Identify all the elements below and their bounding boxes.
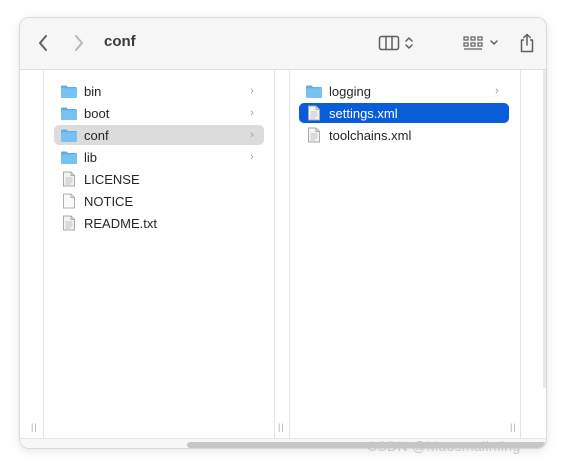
back-button[interactable] <box>32 31 54 55</box>
list-item[interactable]: conf › <box>54 125 264 145</box>
list-item[interactable]: toolchains.xml <box>299 125 509 145</box>
list-item-label: README.txt <box>84 215 157 231</box>
chevron-up-down-icon <box>405 37 413 49</box>
group-button[interactable] <box>460 31 500 55</box>
list-item-label: toolchains.xml <box>329 127 412 143</box>
column-resize-handle[interactable]: || <box>510 422 517 432</box>
view-mode-button[interactable] <box>374 31 418 55</box>
list-item[interactable]: LICENSE <box>54 169 264 189</box>
list-item-label: bin <box>84 83 102 99</box>
chevron-left-icon <box>39 35 47 51</box>
toolbar: conf <box>20 18 546 70</box>
chevron-right-icon: › <box>250 151 254 163</box>
list-item[interactable]: boot › <box>54 103 264 123</box>
list-item-label: LICENSE <box>84 171 140 187</box>
preview-edge <box>543 70 546 388</box>
list-item-label: settings.xml <box>329 105 398 121</box>
text-file-icon <box>305 127 323 143</box>
blank-file-icon <box>60 193 78 209</box>
column-parent: bin › boot › conf › lib › LICENSE NOTICE… <box>44 70 275 438</box>
column-browser: || bin › boot › conf › lib › LICENSE NOT… <box>20 70 546 438</box>
column-resize-handle[interactable]: || <box>31 422 38 432</box>
text-file-icon <box>60 171 78 187</box>
share-icon <box>520 33 534 53</box>
list-item-label: lib <box>84 149 98 165</box>
column-gap: || <box>275 70 290 438</box>
folder-icon <box>60 83 78 99</box>
chevron-right-icon: › <box>250 85 254 97</box>
column-rail: || <box>20 70 44 438</box>
column-view-icon <box>378 35 400 51</box>
text-file-icon <box>60 215 78 231</box>
list-item-label: logging <box>329 83 371 99</box>
list-item[interactable]: README.txt <box>54 213 264 233</box>
list-item-label: boot <box>84 105 110 121</box>
folder-icon <box>60 105 78 121</box>
share-button[interactable] <box>515 30 539 56</box>
folder-icon <box>305 83 323 99</box>
window-title: conf <box>104 33 136 50</box>
grid-group-icon <box>462 36 483 50</box>
folder-icon <box>60 127 78 143</box>
folder-icon <box>60 149 78 165</box>
list-item[interactable]: bin › <box>54 81 264 101</box>
text-file-icon <box>305 105 323 121</box>
forward-button[interactable] <box>68 31 90 55</box>
chevron-down-icon <box>489 40 498 45</box>
watermark: CSDN @Maosmallming <box>367 438 521 454</box>
list-item[interactable]: logging › <box>299 81 509 101</box>
chevron-right-icon: › <box>495 85 499 97</box>
finder-window: conf || bin › boot › conf › lib › LICENS… <box>19 17 547 449</box>
column-current: logging › settings.xml toolchains.xml || <box>290 70 521 438</box>
chevron-right-icon: › <box>250 107 254 119</box>
list-item-label: conf <box>84 127 109 143</box>
list-item-label: NOTICE <box>84 193 134 209</box>
list-item[interactable]: NOTICE <box>54 191 264 211</box>
chevron-right-icon <box>75 35 83 51</box>
column-resize-handle[interactable]: || <box>278 422 285 432</box>
chevron-right-icon: › <box>250 129 254 141</box>
list-item[interactable]: lib › <box>54 147 264 167</box>
list-item[interactable]: settings.xml <box>299 103 509 123</box>
